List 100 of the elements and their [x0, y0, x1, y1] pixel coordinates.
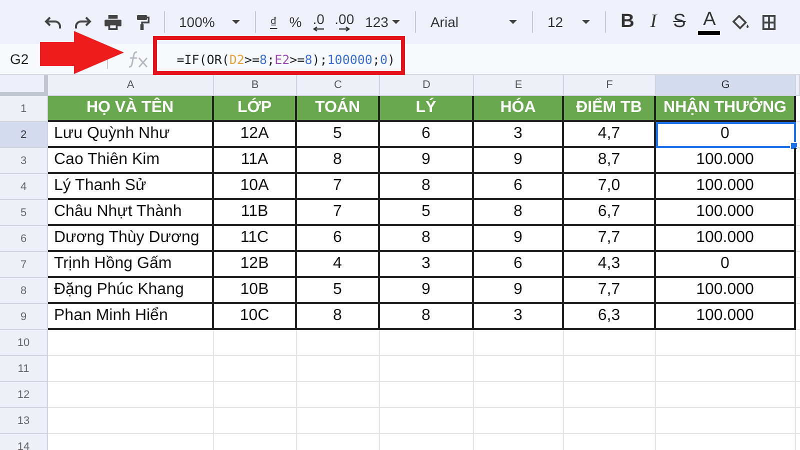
- paint-bucket-icon[interactable]: [732, 14, 750, 30]
- table-cell: 3: [474, 122, 564, 148]
- row-header[interactable]: 3: [0, 148, 48, 174]
- row-header[interactable]: 11: [0, 356, 48, 382]
- column-header[interactable]: A: [48, 75, 214, 96]
- table-cell: 4,3: [564, 252, 656, 278]
- percent-button[interactable]: %: [283, 8, 308, 36]
- table-cell: 9: [380, 278, 474, 304]
- table-cell: 12A: [214, 122, 297, 148]
- zoom-dropdown[interactable]: 100%: [173, 14, 247, 30]
- table-cell: 7: [297, 200, 380, 226]
- font-dropdown[interactable]: Arial: [424, 14, 524, 30]
- fill-handle[interactable]: [790, 142, 798, 150]
- column-header[interactable]: F: [564, 75, 656, 96]
- caret-icon[interactable]: [581, 19, 592, 25]
- table-cell: 11A: [214, 148, 297, 174]
- row-header[interactable]: 1: [0, 96, 48, 122]
- increase-decimals-button[interactable]: .00: [330, 8, 360, 36]
- table-cell: 9: [474, 278, 564, 304]
- name-box[interactable]: G2: [10, 51, 29, 67]
- row-header[interactable]: 4: [0, 174, 48, 200]
- column-heading: HÓA: [474, 96, 564, 122]
- undo-icon[interactable]: [44, 14, 62, 30]
- table-cell: 100.000: [656, 304, 796, 330]
- row-header[interactable]: 8: [0, 278, 48, 304]
- column-heading: NHẬN THƯỞNG: [656, 96, 796, 122]
- table-cell: 10B: [214, 278, 297, 304]
- column-header[interactable]: E: [474, 75, 564, 96]
- bold-button[interactable]: B: [614, 8, 640, 36]
- left-arrow-icon: [312, 26, 325, 32]
- table-cell: Dương Thùy Dương: [48, 226, 214, 252]
- table-cell: 0: [656, 252, 796, 278]
- table-cell: 5: [297, 278, 380, 304]
- borders-icon[interactable]: [762, 14, 776, 30]
- formula-input[interactable]: =IF(OR(D2>=8;E2>=8);100000;0): [172, 52, 396, 66]
- row-header[interactable]: 13: [0, 408, 48, 434]
- caret-icon[interactable]: [391, 19, 402, 25]
- column-heading: LÝ: [380, 96, 474, 122]
- table-cell: 12B: [214, 252, 297, 278]
- redo-icon[interactable]: [74, 14, 92, 30]
- column-heading: ĐIỂM TB: [564, 96, 656, 122]
- paint-roller-icon[interactable]: [134, 14, 150, 30]
- italic-button[interactable]: I: [640, 8, 666, 36]
- table-cell: 0: [656, 122, 796, 148]
- table-cell: 8: [297, 148, 380, 174]
- row-header[interactable]: 6: [0, 226, 48, 252]
- table-cell: 7: [297, 174, 380, 200]
- table-cell: 6: [380, 122, 474, 148]
- column-header[interactable]: D: [380, 75, 474, 96]
- row-header[interactable]: 9: [0, 304, 48, 330]
- row-header[interactable]: 14: [0, 434, 48, 450]
- row-header[interactable]: 2: [0, 122, 48, 148]
- row-header[interactable]: 12: [0, 382, 48, 408]
- table-cell: 10A: [214, 174, 297, 200]
- table-cell: 8: [380, 304, 474, 330]
- table-cell: 7,7: [564, 278, 656, 304]
- table-cell: 8: [297, 304, 380, 330]
- table-cell: Châu Nhựt Thành: [48, 200, 214, 226]
- table-cell: 3: [474, 304, 564, 330]
- number-format-dropdown[interactable]: 123: [359, 14, 408, 30]
- table-cell: 6: [474, 252, 564, 278]
- table-cell: 8: [474, 200, 564, 226]
- decrease-decimals-button[interactable]: .0: [308, 8, 330, 36]
- table-cell: 9: [380, 148, 474, 174]
- column-header[interactable]: G: [656, 75, 796, 96]
- column-heading: HỌ VÀ TÊN: [48, 96, 214, 122]
- table-cell: 6,7: [564, 200, 656, 226]
- table-cell: 8: [380, 174, 474, 200]
- table-cell: 9: [474, 226, 564, 252]
- column-header[interactable]: C: [297, 75, 380, 96]
- table-cell: Đặng Phúc Khang: [48, 278, 214, 304]
- table-cell: 4,7: [564, 122, 656, 148]
- row-header[interactable]: 7: [0, 252, 48, 278]
- column-header[interactable]: B: [214, 75, 297, 96]
- table-cell: 100.000: [656, 148, 796, 174]
- text-color-button[interactable]: A: [698, 9, 720, 35]
- column-heading: LỚP: [214, 96, 297, 122]
- table-cell: Lưu Quỳnh Như: [48, 122, 214, 148]
- table-cell: 100.000: [656, 226, 796, 252]
- table-cell: Phan Minh Hiển: [48, 304, 214, 330]
- table-cell: 11B: [214, 200, 297, 226]
- table-cell: 8,7: [564, 148, 656, 174]
- table-cell: Lý Thanh Sử: [48, 174, 214, 200]
- table-cell: 8: [380, 226, 474, 252]
- caret-icon[interactable]: [231, 19, 241, 25]
- row-header[interactable]: 10: [0, 330, 48, 356]
- table-cell: 6: [474, 174, 564, 200]
- table-cell: 100.000: [656, 174, 796, 200]
- table-cell: 7,7: [564, 226, 656, 252]
- print-icon[interactable]: [104, 14, 122, 30]
- table-cell: 5: [380, 200, 474, 226]
- caret-icon[interactable]: [508, 19, 518, 25]
- row-header[interactable]: 5: [0, 200, 48, 226]
- column-heading: TOÁN: [297, 96, 380, 122]
- strikethrough-button[interactable]: S: [666, 8, 692, 36]
- font-size-dropdown[interactable]: 12: [541, 14, 598, 30]
- table-cell: 7,0: [564, 174, 656, 200]
- table-cell: Trịnh Hồng Gấm: [48, 252, 214, 278]
- table-cell: 6: [297, 226, 380, 252]
- currency-button[interactable]: ₫: [264, 8, 284, 36]
